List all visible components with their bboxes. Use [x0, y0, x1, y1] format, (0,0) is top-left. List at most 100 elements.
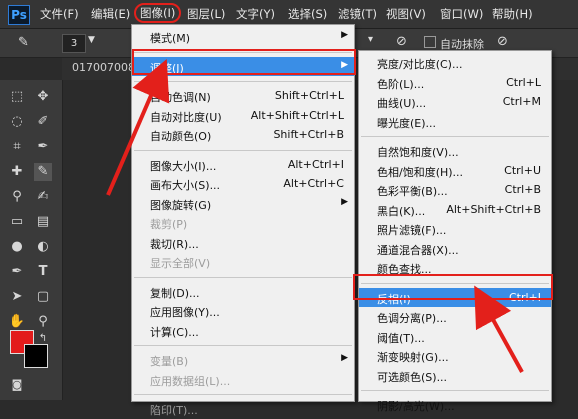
image-menu-item-label: 图像旋转(G) — [150, 198, 212, 212]
adjust-menu-item[interactable]: 阴影/高光(W)... — [359, 395, 551, 415]
brush-size-field[interactable]: 3 — [62, 34, 86, 53]
image-menu-item[interactable]: 调整(J) ▶ — [132, 56, 354, 76]
dodge-tool-icon[interactable]: ◐ — [34, 238, 52, 256]
quick-select-tool-icon[interactable]: ✐ — [34, 113, 52, 131]
airbrush-icon[interactable]: ⊘ — [396, 34, 407, 49]
image-menu-item-label: 调整(J) — [150, 61, 184, 75]
pen-tool-icon[interactable]: ✒ — [8, 263, 26, 281]
menu-type[interactable]: 文字(Y) — [236, 6, 275, 22]
menu-select[interactable]: 选择(S) — [288, 6, 327, 22]
image-menu-separator — [134, 51, 352, 53]
adjust-menu-item-label: 亮度/对比度(C)... — [377, 58, 463, 71]
adjust-menu-item[interactable]: 色调分离(P)... — [359, 307, 551, 327]
brush-icon[interactable]: ✎ — [18, 35, 29, 50]
adjust-menu-separator — [361, 282, 549, 284]
crop-tool-icon[interactable]: ⌗ — [8, 138, 26, 156]
background-color-swatch[interactable] — [24, 344, 48, 368]
image-menu-item[interactable]: 自动颜色(O) Shift+Ctrl+B — [132, 125, 354, 145]
image-menu-item[interactable]: 图像大小(I)... Alt+Ctrl+I — [132, 155, 354, 175]
history-brush-tool-icon[interactable]: ✍ — [34, 188, 52, 206]
menu-window[interactable]: 窗口(W) — [440, 6, 483, 22]
adjust-menu-item-shortcut: Ctrl+U — [504, 163, 541, 177]
image-menu-dropdown: 模式(M) ▶ 调整(J) ▶ 自动色调(N) Shift+Ctrl+L 自动对比度(U) A… — [131, 24, 355, 417]
image-menu-item[interactable]: 应用图像(Y)... — [132, 301, 354, 321]
adjust-menu-item[interactable]: 渐变映射(G)... — [359, 346, 551, 366]
adjust-menu-item[interactable]: 反相(I) Ctrl+I — [359, 287, 551, 307]
photoshop-logo: Ps — [8, 5, 30, 25]
path-select-tool-icon[interactable]: ➤ — [8, 288, 26, 306]
adjustments-submenu: 亮度/对比度(C)... 色阶(L)... Ctrl+L 曲线(U)... Ctrl+M… — [358, 50, 552, 413]
shape-tool-icon[interactable]: ▢ — [34, 288, 52, 306]
adjust-menu-item-label: 阴影/高光(W)... — [377, 400, 455, 413]
eyedropper-tool-icon[interactable]: ✒ — [34, 138, 52, 156]
image-menu-item[interactable]: 画布大小(S)... Alt+Ctrl+C — [132, 174, 354, 194]
image-menu-item: 显示全部(V) — [132, 252, 354, 272]
gradient-tool-icon[interactable]: ▤ — [34, 213, 52, 231]
image-menu-item: 裁剪(P) — [132, 213, 354, 233]
adjust-menu-item[interactable]: 颜色查找... — [359, 258, 551, 278]
image-menu-item-label: 自动色调(N) — [150, 91, 211, 104]
quick-mask-icon[interactable]: ◙ — [8, 376, 26, 394]
pressure-icon[interactable]: ⊘ — [497, 34, 508, 49]
adjust-menu-item-label: 反相(I) — [377, 292, 411, 306]
adjust-menu-item[interactable]: 亮度/对比度(C)... — [359, 53, 551, 73]
adjust-menu-item-label: 颜色查找... — [377, 263, 432, 276]
menu-layer[interactable]: 图层(L) — [187, 6, 225, 22]
adjust-menu-item-label: 渐变映射(G)... — [377, 351, 449, 364]
adjust-menu-item-label: 色彩平衡(B)... — [377, 185, 448, 198]
adjust-menu-item[interactable]: 黑白(K)... Alt+Shift+Ctrl+B — [359, 200, 551, 220]
menu-file[interactable]: 文件(F) — [40, 6, 79, 22]
marquee-tool-icon[interactable]: ⬚ — [8, 88, 26, 106]
move-tool-icon[interactable]: ✥ — [34, 88, 52, 106]
image-menu-item-label: 显示全部(V) — [150, 257, 211, 270]
dropdown-chevron-icon[interactable]: ▾ — [368, 34, 373, 45]
image-menu-item[interactable]: 图像旋转(G) ▶ — [132, 194, 354, 214]
lasso-tool-icon[interactable]: ◌ — [8, 113, 26, 131]
image-menu-item-shortcut: Alt+Ctrl+I — [287, 157, 344, 171]
image-menu-item[interactable]: 复制(D)... — [132, 282, 354, 302]
image-menu-item[interactable]: 自动色调(N) Shift+Ctrl+L — [132, 86, 354, 106]
image-menu-item[interactable]: 自动对比度(U) Alt+Shift+Ctrl+L — [132, 106, 354, 126]
menu-filter[interactable]: 滤镜(T) — [338, 6, 377, 22]
image-menu-item-label: 计算(C)... — [150, 325, 199, 339]
image-menu-item-shortcut: Shift+Ctrl+L — [274, 89, 344, 102]
adjust-menu-item[interactable]: 可选颜色(S)... — [359, 366, 551, 386]
adjust-menu-item-label: 色调分离(P)... — [377, 312, 447, 325]
image-menu-item[interactable]: 计算(C)... — [132, 321, 354, 341]
menu-image[interactable]: 图像(I) — [134, 3, 182, 23]
adjust-menu-item[interactable]: 曲线(U)... Ctrl+M — [359, 92, 551, 112]
menu-help[interactable]: 帮助(H) — [492, 6, 533, 22]
image-menu-item-shortcut: Alt+Ctrl+C — [283, 177, 344, 190]
adjust-menu-item[interactable]: 通道混合器(X)... — [359, 239, 551, 259]
adjust-menu-item[interactable]: 色彩平衡(B)... Ctrl+B — [359, 180, 551, 200]
hand-tool-icon[interactable]: ✋ — [8, 313, 26, 331]
adjust-menu-item-shortcut: Ctrl+M — [502, 95, 541, 108]
document-tab[interactable]: 017007008 — [72, 61, 135, 74]
image-menu-item-label: 应用图像(Y)... — [150, 306, 220, 319]
adjust-menu-item-label: 阈值(T)... — [377, 331, 425, 345]
image-menu-item[interactable]: 模式(M) ▶ — [132, 27, 354, 47]
image-menu-item: 陷印(T)... — [132, 399, 354, 419]
zoom-tool-icon[interactable]: ⚲ — [34, 313, 52, 331]
type-tool-icon[interactable]: T — [34, 263, 52, 281]
adjust-menu-item-shortcut: Ctrl+B — [504, 183, 541, 196]
adjust-menu-item[interactable]: 曝光度(E)... — [359, 112, 551, 132]
brush-dropdown-icon[interactable]: ▼ — [88, 35, 95, 45]
healing-tool-icon[interactable]: ✚ — [8, 163, 26, 181]
eraser-tool-icon[interactable]: ▭ — [8, 213, 26, 231]
adjust-menu-item[interactable]: 照片滤镜(F)... — [359, 219, 551, 239]
adjust-menu-item[interactable]: 色阶(L)... Ctrl+L — [359, 73, 551, 93]
adjust-menu-item[interactable]: 阈值(T)... — [359, 327, 551, 347]
image-menu-item[interactable]: 裁切(R)... — [132, 233, 354, 253]
menu-view[interactable]: 视图(V) — [386, 6, 426, 22]
auto-erase-checkbox[interactable] — [424, 36, 436, 48]
adjust-menu-item-label: 曝光度(E)... — [377, 116, 437, 130]
adjust-menu-item[interactable]: 色相/饱和度(H)... Ctrl+U — [359, 161, 551, 181]
stamp-tool-icon[interactable]: ⚲ — [8, 188, 26, 206]
menu-edit[interactable]: 编辑(E) — [91, 6, 130, 22]
image-menu-item-label: 模式(M) — [150, 32, 191, 45]
adjust-menu-item[interactable]: 自然饱和度(V)... — [359, 141, 551, 161]
brush-tool-icon[interactable]: ✎ — [34, 163, 52, 181]
image-menu-item-label: 自动颜色(O) — [150, 130, 212, 143]
blur-tool-icon[interactable]: ● — [8, 238, 26, 256]
